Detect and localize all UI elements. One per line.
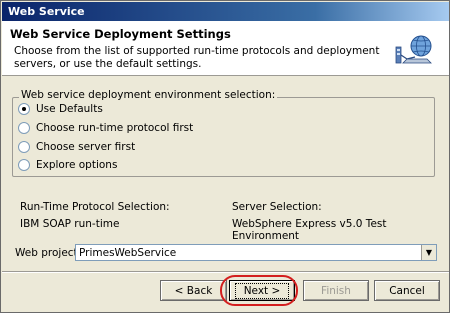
back-button[interactable]: < Back <box>160 280 227 301</box>
radio-label: Choose server first <box>36 140 136 153</box>
radio-label: Choose run-time protocol first <box>36 121 194 134</box>
footer-divider <box>2 271 449 273</box>
server-selection-label: Server Selection: <box>232 201 322 213</box>
environment-legend: Web service deployment environment selec… <box>19 89 278 101</box>
web-project-combo[interactable]: PrimesWebService ▼ <box>75 244 437 261</box>
radio-label: Explore options <box>36 158 118 171</box>
page-title: Web Service Deployment Settings <box>10 27 231 41</box>
finish-button[interactable]: Finish <box>303 280 369 301</box>
server-selection-value: WebSphere Express v5.0 Test Environment <box>232 218 387 242</box>
chevron-down-icon[interactable]: ▼ <box>421 245 436 260</box>
radio-button[interactable] <box>18 140 30 153</box>
radio-explore-options[interactable]: Explore options <box>18 157 117 172</box>
wizard-header: Web Service Deployment Settings Choose f… <box>2 21 449 76</box>
page-description: Choose from the list of supported run-ti… <box>14 45 380 70</box>
title-bar: Web Service <box>2 2 449 21</box>
globe-network-icon <box>395 35 432 64</box>
radio-runtime-first[interactable]: Choose run-time protocol first <box>18 120 193 135</box>
wizard-window: Web Service Web Service Deployment Setti… <box>0 0 450 313</box>
runtime-selection-value: IBM SOAP run-time <box>20 218 120 230</box>
radio-button-checked[interactable] <box>18 102 30 115</box>
radio-button[interactable] <box>18 121 30 134</box>
radio-use-defaults[interactable]: Use Defaults <box>18 101 103 116</box>
radio-button[interactable] <box>18 158 30 171</box>
web-project-label: Web project: <box>15 247 82 259</box>
next-button[interactable]: Next > <box>229 280 295 301</box>
radio-server-first[interactable]: Choose server first <box>18 139 135 154</box>
web-project-value[interactable]: PrimesWebService <box>76 247 421 259</box>
radio-label: Use Defaults <box>36 102 103 115</box>
next-button-label: Next > <box>234 282 290 299</box>
cancel-button[interactable]: Cancel <box>374 280 440 301</box>
runtime-selection-label: Run-Time Protocol Selection: <box>20 201 170 213</box>
